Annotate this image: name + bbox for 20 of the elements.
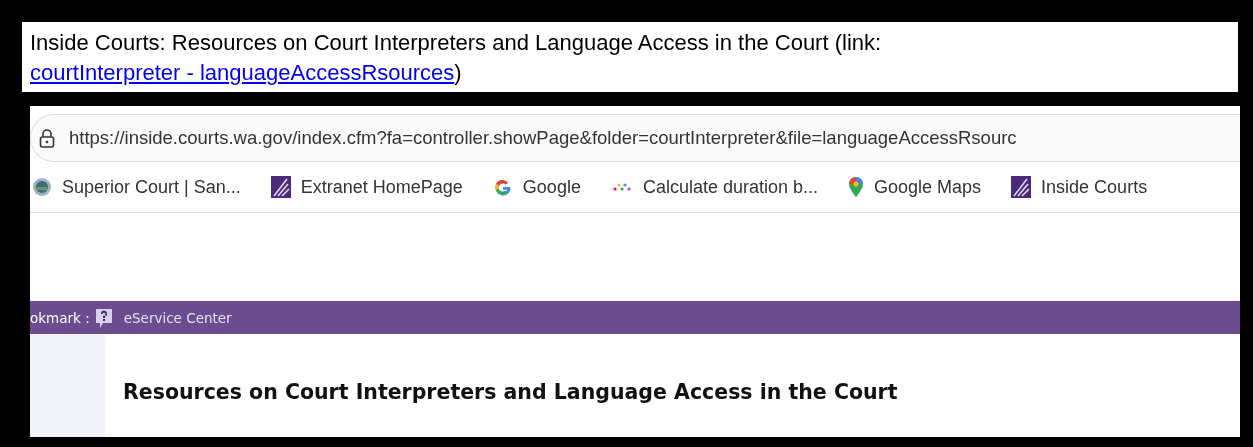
bookmark-link[interactable]: okmark :	[30, 309, 90, 326]
help-icon	[93, 306, 114, 329]
url-text: https://inside.courts.wa.gov/index.cfm?fa=controller.showPage&folder=courtInterpreter&file=languageAccessRsourc	[69, 127, 1017, 149]
map-pin-icon	[848, 176, 864, 198]
caption-text: Inside Courts: Resources on Court Interpreters and Language Access in the Court (link: courtInterpreter - languageAccessRsources)	[22, 22, 1238, 92]
bookmark-item[interactable]: Google	[492, 176, 581, 198]
address-bar[interactable]: https://inside.courts.wa.gov/index.cfm?fa=controller.showPage&folder=courtInterpreter&file=languageAccessRsourc	[30, 114, 1240, 162]
bookmark-item[interactable]: Inside Courts	[1011, 176, 1148, 198]
seal-icon	[32, 177, 52, 197]
bookmark-item[interactable]: Extranet HomePage	[270, 176, 463, 198]
eservice-link[interactable]: eService Center	[123, 309, 232, 326]
page-heading: Resources on Court Interpreters and Language Access in the Court	[122, 379, 898, 406]
g-logo-icon	[492, 177, 513, 197]
bookmark-item[interactable]: Superior Court | San...	[32, 176, 241, 198]
courts-logo-icon	[1011, 176, 1032, 198]
lock-icon	[39, 128, 55, 148]
bookmark-item[interactable]: Google Maps	[848, 176, 982, 198]
bookmark-item[interactable]: Calculate duration b...	[610, 176, 818, 198]
page-link[interactable]: courtInterpreter - languageAccessRsources	[30, 60, 455, 85]
courts-logo-icon	[270, 176, 291, 198]
